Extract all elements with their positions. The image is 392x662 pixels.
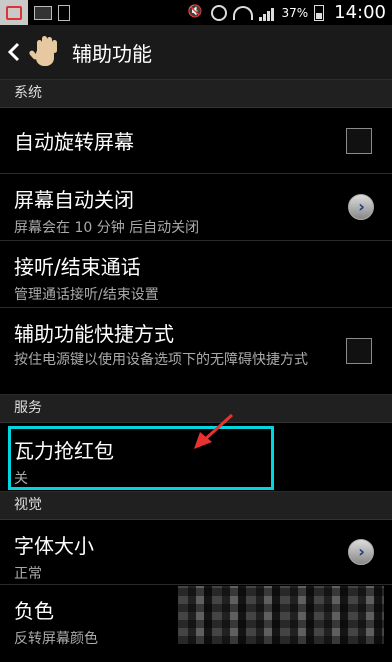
item-title: 接听/结束通话 (14, 255, 141, 279)
item-subtitle: 按住电源键以使用设备选项下的无障碍快捷方式 (14, 352, 308, 368)
item-title: 辅助功能快捷方式 (14, 322, 174, 346)
notification-icons (0, 0, 70, 25)
answer-end-calls-setting[interactable]: 接听/结束通话 管理通话接听/结束设置 (0, 241, 392, 308)
action-bar: 辅助功能 (0, 25, 392, 80)
red-arrow-icon (194, 413, 234, 449)
settings-list: 系统 自动旋转屏幕 屏幕自动关闭 屏幕会在 10 分钟 后自动关闭 › 接听/结… (0, 80, 392, 649)
font-size-setting[interactable]: 字体大小 正常 › (0, 520, 392, 585)
battery-icon (314, 4, 325, 21)
clock: 14:00 (334, 2, 386, 23)
chevron-right-icon[interactable]: › (348, 539, 374, 565)
wifi-icon (233, 5, 254, 20)
item-title: 屏幕自动关闭 (14, 188, 134, 212)
gallery-icon (34, 5, 52, 20)
sim-card-icon (58, 4, 70, 21)
signal-icon (259, 5, 275, 21)
alarm-icon (211, 4, 228, 21)
back-icon[interactable] (4, 37, 24, 67)
accessibility-shortcut-setting[interactable]: 辅助功能快捷方式 按住电源键以使用设备选项下的无障碍快捷方式 (0, 308, 392, 395)
status-bar: 37% 14:00 (0, 0, 392, 25)
page-title: 辅助功能 (72, 41, 152, 66)
system-icons: 37% 14:00 (187, 0, 386, 25)
section-header-vision: 视觉 (0, 492, 392, 520)
auto-rotate-setting[interactable]: 自动旋转屏幕 (0, 108, 392, 174)
battery-percentage: 37% (281, 5, 309, 20)
auto-rotate-checkbox[interactable] (346, 127, 372, 154)
item-title: 字体大小 (14, 534, 94, 558)
item-subtitle: 正常 (14, 566, 42, 582)
accessibility-shortcut-checkbox[interactable] (346, 338, 372, 364)
chevron-right-icon[interactable]: › (348, 194, 374, 220)
item-title: 自动旋转屏幕 (14, 130, 134, 154)
app-notification-icon (0, 0, 28, 25)
item-subtitle: 屏幕会在 10 分钟 后自动关闭 (14, 220, 200, 236)
accessibility-hand-icon (28, 34, 62, 70)
mute-icon (187, 4, 205, 21)
item-subtitle: 管理通话接听/结束设置 (14, 287, 159, 303)
section-header-system: 系统 (0, 80, 392, 108)
pixelated-watermark (178, 586, 384, 644)
screen-timeout-setting[interactable]: 屏幕自动关闭 屏幕会在 10 分钟 后自动关闭 › (0, 174, 392, 241)
